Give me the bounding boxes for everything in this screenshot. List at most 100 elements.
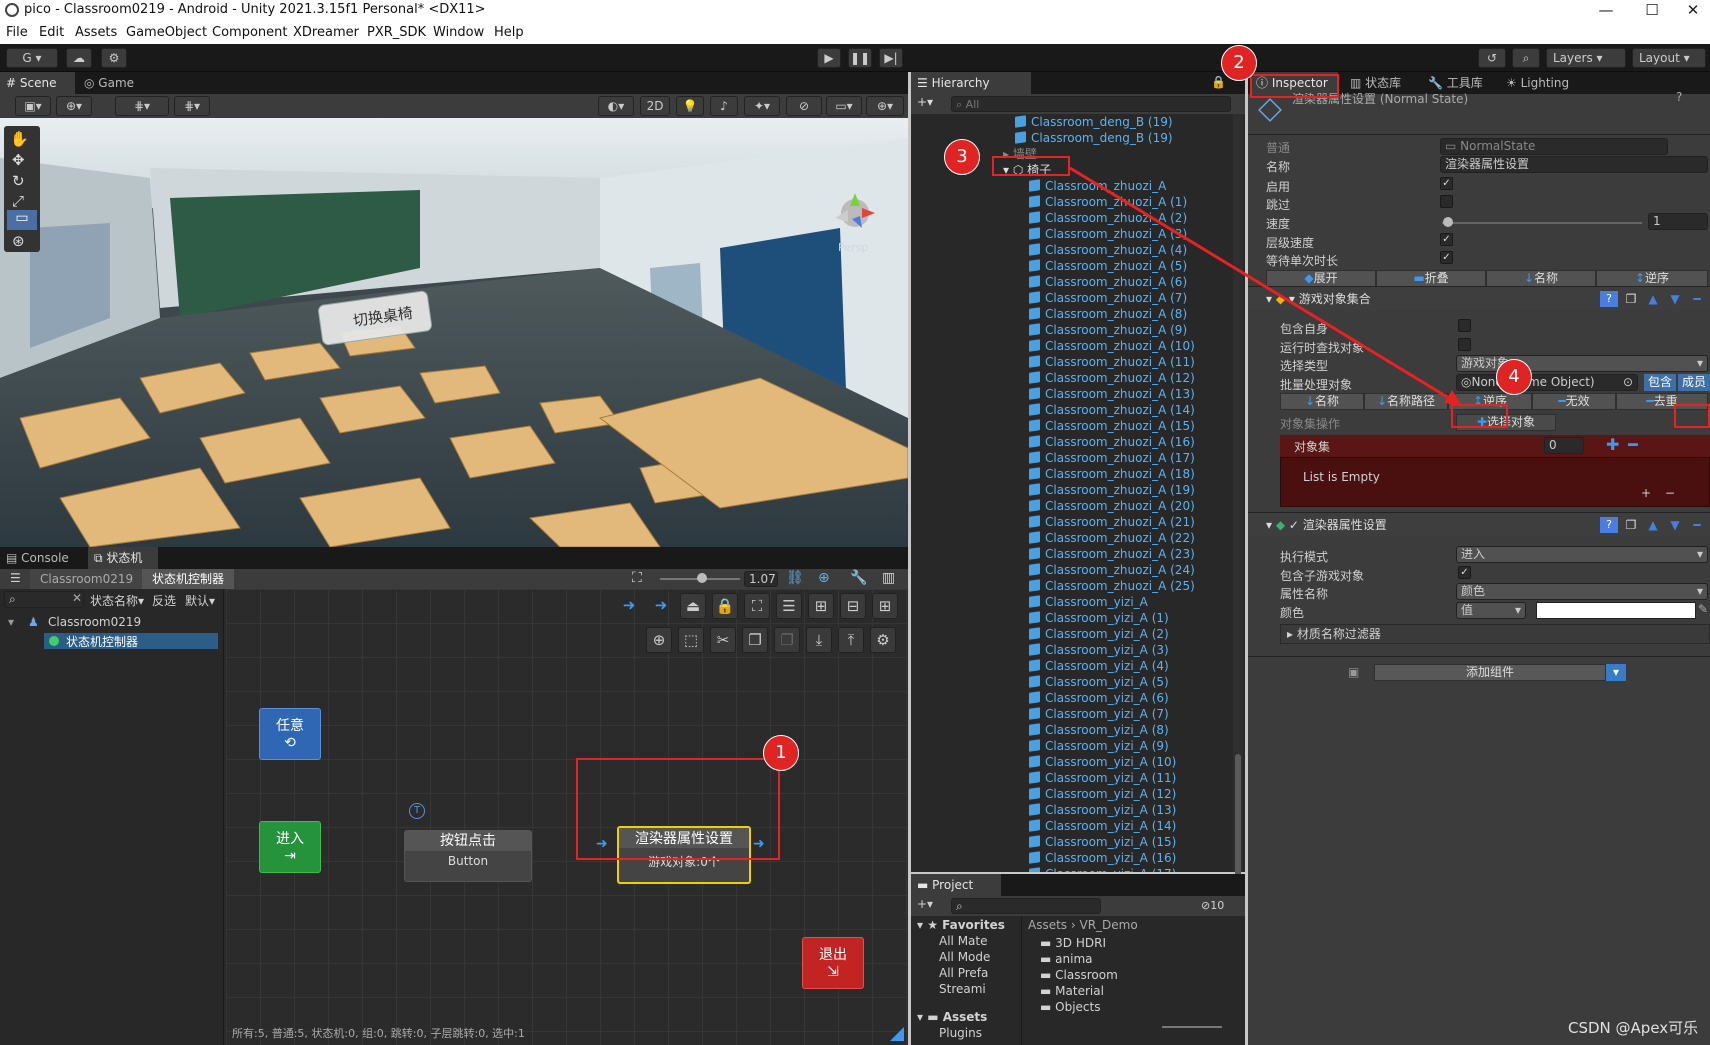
list-remove-icon[interactable]: −: [1665, 486, 1675, 500]
hierarchy-row[interactable]: Classroom_zhuozi_A (17)›: [1029, 450, 1195, 466]
link-icon[interactable]: ⛓: [786, 570, 804, 586]
hierarchy-row[interactable]: Classroom_yizi_A (8)›: [1029, 722, 1169, 738]
hierarchy-row[interactable]: Classroom_zhuozi_A (25)›: [1029, 578, 1195, 594]
hierarchy-row[interactable]: Classroom_zhuozi_A (3)›: [1029, 226, 1187, 242]
tree-root[interactable]: Classroom0219: [48, 615, 141, 629]
name-input[interactable]: 渲染器属性设置: [1440, 156, 1708, 173]
color-mode-dropdown[interactable]: 值 ▾: [1456, 602, 1526, 619]
help-icon[interactable]: ?: [1676, 90, 1682, 104]
hierarchy-row[interactable]: Classroom_yizi_A (9)›: [1029, 738, 1169, 754]
distribute-v-icon[interactable]: ⊞: [872, 593, 898, 619]
add-state-icon[interactable]: ⊕: [646, 627, 672, 653]
hierarchy-row[interactable]: Classroom_yizi_A (14)›: [1029, 818, 1176, 834]
fav-item[interactable]: Streami: [939, 982, 986, 996]
tab-hierarchy[interactable]: ☰ Hierarchy: [911, 72, 1031, 94]
node-button-click[interactable]: 按钮点击 Button: [404, 830, 532, 882]
add-object-dropdown[interactable]: +▾: [917, 95, 933, 109]
minimize-button[interactable]: —: [1583, 0, 1629, 22]
select-rect-icon[interactable]: ⬚: [678, 627, 704, 653]
collapse-button[interactable]: ▬折叠: [1376, 270, 1486, 287]
layer-speed-checkbox[interactable]: ✓: [1440, 233, 1453, 246]
move-up-icon[interactable]: ▲: [1644, 517, 1662, 533]
copy-icon[interactable]: ❐: [1622, 291, 1640, 307]
sort-path-button[interactable]: ↓名称路径: [1364, 393, 1448, 410]
invalid-button[interactable]: ━无效: [1532, 393, 1616, 410]
folder-item[interactable]: ▬ anima: [1040, 952, 1093, 966]
resize-corner-icon[interactable]: [890, 1027, 904, 1041]
fav-item[interactable]: All Mode: [939, 950, 990, 964]
object-set-header[interactable]: 对象集 0 ✚ ━: [1280, 435, 1710, 457]
zoom-field[interactable]: 1.07: [744, 571, 778, 587]
crumb-vrdemo[interactable]: VR_Demo: [1080, 918, 1138, 932]
material-filter-foldout[interactable]: ▸ 材质名称过滤器: [1280, 624, 1710, 644]
wrench-icon[interactable]: 🔧: [850, 570, 867, 586]
align-left-icon[interactable]: ☰: [776, 593, 802, 619]
globe-dropdown[interactable]: ⊕▾: [56, 96, 92, 116]
color-swatch[interactable]: [1536, 602, 1696, 619]
distribute-icon[interactable]: ⊞: [808, 593, 834, 619]
include-self-checkbox[interactable]: [1458, 319, 1471, 332]
menu-component[interactable]: Component: [212, 25, 287, 40]
speed-input[interactable]: 1: [1648, 213, 1708, 230]
node-exit[interactable]: 退出 ⇲: [802, 937, 864, 989]
node-enter[interactable]: 进入 ⇥: [259, 821, 321, 873]
hierarchy-scrollbar[interactable]: [1233, 114, 1243, 884]
cloud-icon[interactable]: ☁: [66, 48, 92, 68]
hierarchy-row[interactable]: Classroom_yizi_A (1)›: [1029, 610, 1169, 626]
remove-component-icon[interactable]: ━: [1688, 517, 1706, 533]
effects-dropdown[interactable]: ✦▾: [744, 96, 780, 116]
hierarchy-scroll-thumb[interactable]: [1235, 754, 1241, 884]
prop-name-dropdown[interactable]: 颜色 ▾: [1456, 583, 1708, 600]
hierarchy-row[interactable]: Classroom_zhuozi_A (7)›: [1029, 290, 1187, 306]
hierarchy-row[interactable]: Classroom_zhuozi_A (6)›: [1029, 274, 1187, 290]
fit-view-icon[interactable]: ⛶: [632, 570, 642, 586]
help-icon[interactable]: ?: [1600, 517, 1618, 533]
remove-object-icon[interactable]: ━: [1628, 435, 1638, 454]
project-search-input[interactable]: ⌕: [951, 898, 1101, 914]
copy-icon[interactable]: ❐: [1622, 517, 1640, 533]
grid-dropdown[interactable]: ⋕▾: [174, 96, 210, 116]
hierarchy-row[interactable]: Classroom_yizi_A (7)›: [1029, 706, 1169, 722]
eyedropper-icon[interactable]: ✎: [1698, 602, 1708, 616]
speed-slider[interactable]: [1442, 222, 1642, 224]
expand-button[interactable]: ◆展开: [1266, 270, 1376, 287]
hierarchy-row[interactable]: Classroom_zhuozi_A (5)›: [1029, 258, 1187, 274]
hierarchy-row[interactable]: Classroom_zhuozi_A (12)›: [1029, 370, 1195, 386]
export-icon[interactable]: ⤒: [838, 627, 864, 653]
audio-toggle-icon[interactable]: ♪: [710, 96, 738, 116]
hierarchy-row[interactable]: Classroom_zhuozi_A (20)›: [1029, 498, 1195, 514]
fav-item[interactable]: All Mate: [939, 934, 988, 948]
hierarchy-row[interactable]: Classroom_deng_B (19): [1015, 130, 1173, 146]
account-dropdown[interactable]: G ▾: [6, 48, 58, 68]
gizmo-dropdown[interactable]: ▣▾: [15, 96, 51, 116]
hierarchy-row[interactable]: Classroom_zhuozi_A (2)›: [1029, 210, 1187, 226]
object-count-field[interactable]: 0: [1544, 437, 1584, 454]
hierarchy-row[interactable]: Classroom_zhuozi_A (23)›: [1029, 546, 1195, 562]
search-icon[interactable]: ⌕: [1512, 48, 1540, 68]
invert-button[interactable]: 反选: [152, 592, 176, 609]
hierarchy-row[interactable]: Classroom_yizi_A›: [1029, 594, 1148, 610]
select-type-dropdown[interactable]: 游戏对象 ▾: [1456, 355, 1708, 372]
hierarchy-row[interactable]: Classroom_yizi_A (11)›: [1029, 770, 1176, 786]
maximize-button[interactable]: ☐: [1629, 0, 1675, 22]
hierarchy-row[interactable]: Classroom_zhuozi_A (4)›: [1029, 242, 1187, 258]
camera-dropdown[interactable]: ▭▾: [826, 96, 862, 116]
gizmos-dropdown[interactable]: ⊕▾: [866, 96, 904, 116]
draw-mode-dropdown[interactable]: ◐▾: [598, 96, 634, 116]
move-tool-icon[interactable]: ✥: [12, 151, 25, 169]
tree-expand-icon[interactable]: ▾: [8, 615, 14, 629]
hierarchy-row[interactable]: Classroom_zhuozi_A (9)›: [1029, 322, 1187, 338]
reverse-button[interactable]: ↕逆序: [1596, 270, 1708, 287]
hierarchy-row[interactable]: Classroom_zhuozi_A (10)›: [1029, 338, 1195, 354]
toggle-2d-button[interactable]: 2D: [640, 96, 670, 116]
tab-console[interactable]: ▤ Console: [0, 547, 80, 569]
copy-icon[interactable]: ❐: [742, 627, 768, 653]
sm-graph-canvas[interactable]: ➜ ➜ ⏏ 🔒 ⛶ ☰ ⊞ ⊟ ⊞ ⊕ ⬚ ✂ ❐ ❐ ⤓ ⤒ ⚙ 任意 ⟲ 进…: [226, 589, 908, 1045]
hierarchy-row[interactable]: Classroom_yizi_A (15)›: [1029, 834, 1176, 850]
layers-dropdown[interactable]: Layers ▾: [1546, 48, 1626, 68]
hierarchy-search-input[interactable]: ⌕ All: [951, 96, 1231, 112]
tab-lighting[interactable]: ☀ Lighting: [1500, 72, 1580, 94]
breadcrumb-scene[interactable]: Classroom0219: [30, 569, 144, 589]
books-icon[interactable]: ▥: [882, 570, 895, 586]
hierarchy-row[interactable]: Classroom_yizi_A (4)›: [1029, 658, 1169, 674]
